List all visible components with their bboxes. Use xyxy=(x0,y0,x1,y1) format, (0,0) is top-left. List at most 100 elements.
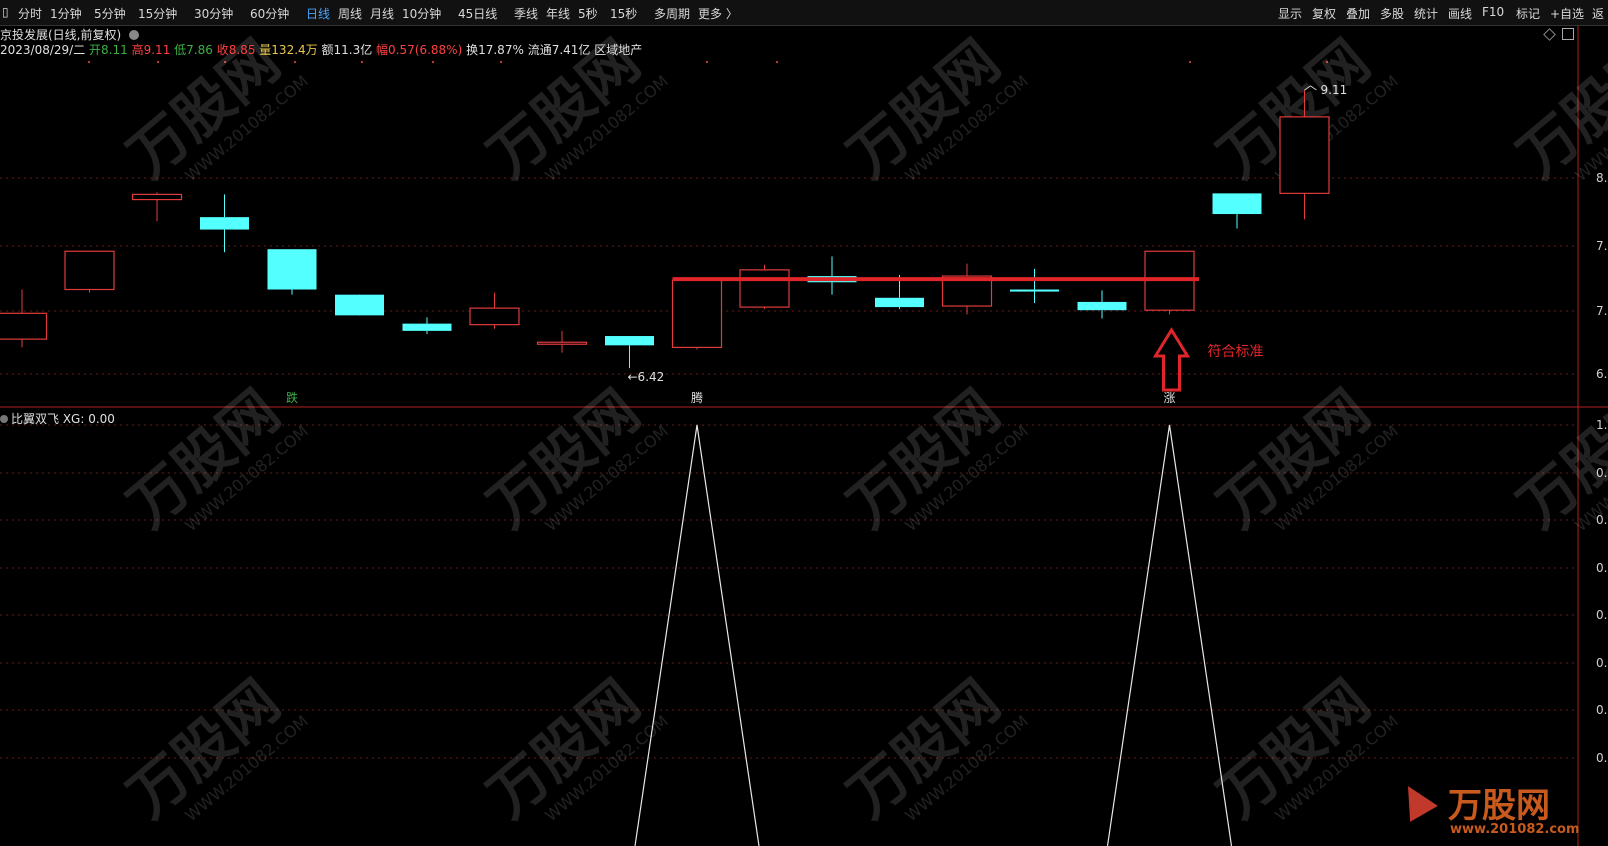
tool-button-3[interactable]: 多股 xyxy=(1380,5,1404,22)
tool-button-5[interactable]: 画线 xyxy=(1448,5,1472,22)
period-tab-10[interactable]: 45日线 xyxy=(458,5,497,22)
candle-body xyxy=(536,341,588,345)
event-dot xyxy=(88,61,90,63)
candle-body xyxy=(335,294,384,316)
price-axis-label: 7. xyxy=(1596,304,1607,318)
float-value: 流通7.41亿 xyxy=(527,43,591,57)
candle-body xyxy=(1212,193,1262,215)
candle-body xyxy=(402,323,452,331)
change-value: 幅0.57(6.88%) xyxy=(376,43,463,57)
candle-body xyxy=(200,217,249,230)
period-tab-11[interactable]: 季线 xyxy=(514,5,538,22)
period-tab-12[interactable]: 年线 xyxy=(546,5,570,22)
candle-body xyxy=(605,336,654,346)
period-tab-14[interactable]: 15秒 xyxy=(610,5,637,22)
candle-body xyxy=(1279,116,1330,194)
period-tab-1[interactable]: 1分钟 xyxy=(50,5,82,22)
period-tab-13[interactable]: 5秒 xyxy=(578,5,598,22)
period-tab-3[interactable]: 15分钟 xyxy=(138,5,177,22)
menu-icon[interactable]: ▯ xyxy=(2,5,9,19)
event-dot xyxy=(157,61,159,63)
candle-body xyxy=(1010,289,1059,292)
period-tab-9[interactable]: 10分钟 xyxy=(402,5,441,22)
tool-button-8[interactable]: +自选 xyxy=(1550,5,1584,22)
tool-button-0[interactable]: 显示 xyxy=(1278,5,1302,22)
low-price-marker: ←6.42 xyxy=(628,370,665,384)
watermark-tile: 万股网WWW.201082.COM xyxy=(115,377,312,541)
low-value: 低7.86 xyxy=(174,43,213,57)
candle-body xyxy=(671,279,723,349)
date: 2023/08/29/二 xyxy=(0,43,86,57)
indicator-header: 比翼双飞 XG: 0.00 xyxy=(0,410,115,427)
period-tab-16[interactable]: 更多 〉 xyxy=(698,5,738,22)
event-dot xyxy=(500,61,502,63)
indicator-title[interactable]: 比翼双飞 XG: 0.00 xyxy=(11,412,115,426)
tool-button-9[interactable]: 返 xyxy=(1592,5,1604,22)
watermark-tile: 万股网WWW.201082.COM xyxy=(475,377,672,541)
watermark-tile: 万股网WWW.201082.COM xyxy=(835,27,1032,191)
indicator-toggle-icon[interactable] xyxy=(0,415,8,423)
watermark-logo: 万股网 www.201082.com xyxy=(1394,778,1600,842)
open-value: 开8.11 xyxy=(89,43,128,57)
event-dot xyxy=(706,61,708,63)
candle-body xyxy=(469,307,520,326)
high-value: 高9.11 xyxy=(131,43,171,57)
tool-button-2[interactable]: 叠加 xyxy=(1346,5,1370,22)
logo-arrow-icon xyxy=(1394,778,1438,822)
logo-url: www.201082.com xyxy=(1450,822,1580,837)
event-dot xyxy=(361,61,363,63)
signal-label: 跌 xyxy=(286,390,298,405)
candle-body xyxy=(0,312,48,340)
period-tab-7[interactable]: 周线 xyxy=(338,5,362,22)
close-value: 收8.85 xyxy=(216,43,256,57)
period-toolbar: ▯ 分时 1分钟 5分钟 15分钟 30分钟 60分钟 日线 周线 月线 10分钟 45日线 季线 年线 5… xyxy=(0,0,1608,26)
candle-body xyxy=(267,249,317,290)
tool-button-7[interactable]: 标记 xyxy=(1516,5,1540,22)
settings-icon[interactable] xyxy=(129,30,140,40)
indicator-axis-label: 0. xyxy=(1596,561,1607,575)
logo-text: 万股网 xyxy=(1448,786,1550,826)
indicator-axis-label: 0. xyxy=(1596,608,1607,622)
candle-body xyxy=(875,297,924,308)
high-price-marker: 9.11 xyxy=(1321,83,1348,97)
watermark-tile: 万股网WWW.201082.COM xyxy=(835,667,1032,831)
watermark-tile: 万股网WWW.201082.COM xyxy=(115,667,312,831)
watermark-tile: 万股网WWW.201082.COM xyxy=(475,667,672,831)
period-tab-0[interactable]: 分时 xyxy=(18,5,42,22)
candle-body xyxy=(1077,301,1127,311)
volume-value: 量132.4万 xyxy=(259,43,318,57)
candle-body xyxy=(64,250,115,291)
chart-canvas[interactable]: 8.7.7.6.1.0.0.0.0.0.0.0. 万股网WWW.201082.C… xyxy=(0,0,1608,846)
event-dot xyxy=(432,61,434,63)
period-tab-6[interactable]: 日线 xyxy=(306,5,330,22)
signal-label: 涨 xyxy=(1164,390,1176,405)
up-arrow-icon xyxy=(1152,327,1191,392)
event-dot xyxy=(776,61,778,63)
period-tab-4[interactable]: 30分钟 xyxy=(194,5,233,22)
tool-button-1[interactable]: 复权 xyxy=(1312,5,1336,22)
period-tab-8[interactable]: 月线 xyxy=(370,5,394,22)
signal-label: 腾 xyxy=(691,390,703,405)
period-tab-2[interactable]: 5分钟 xyxy=(94,5,126,22)
tool-button-6[interactable]: F10 xyxy=(1482,5,1504,19)
indicator-axis-label: 0. xyxy=(1596,656,1607,670)
period-tab-15[interactable]: 多周期 xyxy=(654,5,690,22)
candle-body xyxy=(739,269,790,308)
candle-body xyxy=(131,193,183,201)
indicator-axis-label: 0. xyxy=(1596,751,1607,765)
annotation-text: 符合标准 xyxy=(1208,344,1264,360)
ohlc-line: 2023/08/29/二 开8.11 高9.11 低7.86 收8.85 量13… xyxy=(0,41,642,58)
tool-button-4[interactable]: 统计 xyxy=(1414,5,1438,22)
price-axis-label: 6. xyxy=(1596,367,1607,381)
sector-value[interactable]: 区域地产 xyxy=(594,43,642,57)
window-icon[interactable] xyxy=(1562,28,1574,40)
period-tab-5[interactable]: 60分钟 xyxy=(250,5,289,22)
watermark-tile: 万股网WWW.201082.COM xyxy=(1205,667,1402,831)
info-bar: 京投发展(日线,前复权) xyxy=(0,26,140,42)
stock-title[interactable]: 京投发展(日线,前复权) xyxy=(0,28,121,42)
watermark-tile: 万股网WWW.201082.COM xyxy=(1205,377,1402,541)
price-axis-label: 7. xyxy=(1596,239,1607,253)
event-dot xyxy=(1189,61,1191,63)
indicator-signal-peak xyxy=(634,424,760,846)
turnover-value: 换17.87% xyxy=(466,43,524,57)
